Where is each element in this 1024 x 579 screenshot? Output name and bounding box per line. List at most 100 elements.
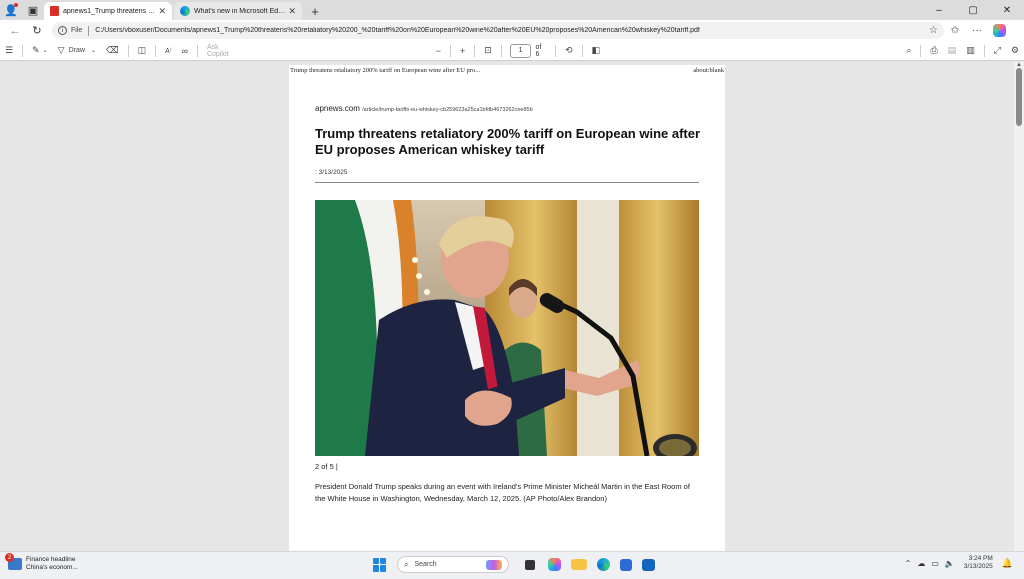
copilot-button[interactable] — [988, 24, 1010, 37]
pdf-viewer[interactable]: Trump threatens retaliatory 200% tariff … — [0, 62, 1014, 551]
translate-button[interactable]: ∞ — [177, 41, 193, 61]
widget-text: Finance headline China's econom... — [26, 556, 78, 572]
edge-app-icon[interactable] — [597, 558, 610, 571]
page-view-button[interactable]: ◫ — [133, 41, 152, 61]
search-icon: ⌕ — [404, 559, 409, 569]
chevron-up-icon[interactable]: ⌃ — [905, 559, 912, 568]
file-explorer-icon[interactable] — [571, 559, 587, 570]
tab-actions-button[interactable]: ▣ — [22, 0, 44, 20]
tab-title: What's new in Microsoft Edge — [194, 7, 286, 15]
highlight-button[interactable]: ✎ ⌄ — [27, 41, 53, 61]
maximize-button[interactable]: ▢ — [956, 0, 990, 20]
chevron-down-icon: ⌄ — [42, 48, 48, 54]
draw-label: Draw — [68, 47, 85, 54]
page-number-input[interactable]: 1 — [509, 43, 532, 58]
save-icon: ▤ — [947, 45, 957, 55]
read-aloud-button[interactable]: A⁾ — [160, 41, 176, 61]
taskbar-search[interactable]: ⌕ Search — [397, 556, 509, 573]
tab-pdf[interactable]: apnews1_Trump threatens retaliato ✕ — [44, 2, 172, 20]
favorite-star-icon[interactable]: ☆ — [929, 25, 938, 36]
widget-title: Finance headline — [26, 556, 76, 563]
search-placeholder: Search — [414, 561, 437, 568]
rotate-icon: ⟲ — [565, 45, 573, 55]
edge-icon — [180, 6, 190, 16]
pdf-page: Trump threatens retaliatory 200% tariff … — [289, 65, 725, 551]
highlighter-icon: ✎ — [32, 45, 40, 55]
page-layout-button[interactable]: ◧ — [587, 41, 606, 61]
save-as-button[interactable]: ▥ — [961, 41, 980, 61]
back-button[interactable]: ← — [4, 21, 26, 41]
profile-button[interactable]: 👤 — [0, 0, 22, 20]
taskbar: 2 Finance headline China's econom... ⌕ S… — [0, 551, 1024, 579]
fullscreen-button[interactable]: ⤢ — [989, 41, 1006, 61]
save-button[interactable]: ▤ — [943, 41, 962, 61]
list-icon: ☰ — [5, 45, 14, 55]
divider — [88, 25, 90, 36]
copilot-app-icon[interactable] — [548, 558, 561, 571]
refresh-button[interactable]: ↻ — [26, 21, 48, 41]
photo-caption: President Donald Trump speaks during an … — [315, 482, 690, 503]
outlook-icon[interactable] — [642, 558, 655, 571]
contents-button[interactable]: ☰ — [0, 41, 18, 61]
vertical-scrollbar[interactable]: ▲ — [1014, 62, 1024, 551]
gear-icon: ⚙ — [1010, 45, 1019, 55]
divider — [449, 44, 451, 57]
new-tab-button[interactable]: + — [304, 2, 326, 20]
pdf-file-icon — [50, 6, 59, 16]
source-path: /article/trump-tariffs-eu-whiskey-cb2596… — [362, 107, 533, 113]
divider — [581, 44, 583, 57]
article-date: : 3/13/2025 — [315, 169, 348, 176]
store-icon[interactable] — [620, 558, 632, 571]
volume-icon[interactable]: 🔈 — [945, 559, 955, 568]
zoom-in-button[interactable]: + — [455, 41, 470, 61]
favorites-icon[interactable]: ✩ — [944, 25, 966, 36]
zoom-out-button[interactable]: − — [431, 41, 446, 61]
divider — [155, 44, 157, 57]
close-icon[interactable]: ✕ — [155, 6, 166, 17]
tab-whats-new[interactable]: What's new in Microsoft Edge ✕ — [174, 2, 302, 20]
divider — [500, 44, 502, 57]
photo-counter: 2 of 5 | — [315, 462, 338, 471]
print-button[interactable]: ⎙ — [925, 41, 942, 61]
print-header-title: Trump threatens retaliatory 200% tariff … — [290, 67, 481, 74]
network-icon[interactable]: ▭ — [931, 559, 939, 568]
windows-logo-icon — [380, 565, 386, 572]
article-headline: Trump threatens retaliatory 200% tariff … — [315, 126, 701, 157]
widget-subtitle: China's econom... — [26, 564, 78, 571]
fit-page-button[interactable]: ⊡ — [479, 41, 497, 61]
pdf-toolbar: ☰ ✎ ⌄ ▽ Draw ⌄ ⌫ ◫ A⁾ ∞ Ask Copilot − + ⊡ 1… — [0, 41, 1024, 61]
info-icon[interactable]: i — [58, 26, 67, 35]
clock[interactable]: 3:24 PM 3/13/2025 — [964, 555, 993, 571]
rotate-button[interactable]: ⟲ — [560, 41, 578, 61]
widgets-button[interactable]: 2 Finance headline China's econom... — [5, 553, 78, 572]
close-icon[interactable]: ✕ — [285, 6, 296, 17]
task-view-icon[interactable] — [525, 559, 535, 570]
find-button[interactable]: ⌕ — [901, 41, 916, 61]
fit-icon: ⊡ — [484, 45, 492, 55]
draw-button[interactable]: ▽ Draw ⌄ — [53, 41, 101, 61]
pdf-settings-button[interactable]: ⚙ — [1006, 41, 1024, 61]
notification-bell-icon[interactable]: 🔔 — [1002, 558, 1013, 569]
glasses-icon: ∞ — [181, 45, 188, 56]
search-icon: ⌕ — [906, 45, 912, 55]
erase-button[interactable]: ⌫ — [101, 41, 124, 61]
finance-icon: 2 — [5, 553, 22, 570]
two-page-icon: ◫ — [137, 45, 147, 55]
close-window-button[interactable]: ✕ — [990, 0, 1024, 20]
divider — [315, 182, 699, 183]
print-header-url: about:blank — [693, 67, 724, 74]
more-options-icon[interactable]: ··· — [966, 25, 988, 36]
address-bar[interactable]: i File C:/Users/vboxuser/Documents/apnew… — [52, 22, 944, 39]
scrollbar-thumb[interactable] — [1016, 68, 1022, 126]
profile-notification-dot — [14, 3, 18, 7]
url-text[interactable]: C:/Users/vboxuser/Documents/apnews1_Trum… — [95, 27, 929, 34]
address-row: ← ↻ i File C:/Users/vboxuser/Documents/a… — [0, 20, 1024, 41]
copilot-icon — [992, 24, 1006, 37]
minimize-button[interactable]: – — [922, 0, 956, 20]
tab-actions-icon: ▣ — [27, 4, 39, 17]
eraser-icon: ⌫ — [105, 45, 119, 55]
cloud-icon[interactable]: ☁ — [917, 559, 925, 568]
ask-copilot-button[interactable]: Ask Copilot — [202, 41, 247, 61]
start-button[interactable] — [373, 557, 387, 572]
tab-title: apnews1_Trump threatens retaliato — [63, 7, 155, 15]
